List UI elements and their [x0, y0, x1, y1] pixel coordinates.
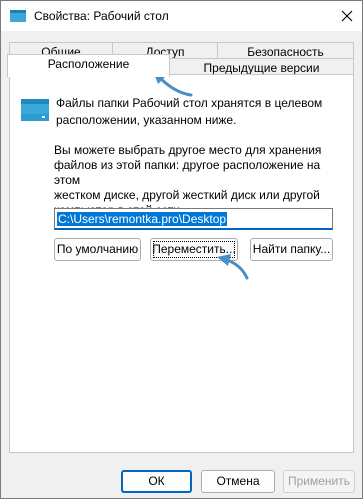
ok-button[interactable]: ОК	[121, 470, 192, 493]
path-value: C:\Users\remontka.pro\Desktop	[57, 212, 228, 226]
cancel-button[interactable]: Отмена	[201, 470, 275, 493]
folder-icon	[21, 99, 49, 121]
apply-button[interactable]: Применить	[283, 470, 355, 493]
arrow-annotation-icon	[217, 254, 249, 280]
restore-default-button[interactable]: По умолчанию	[54, 238, 141, 261]
properties-window: Свойства: Рабочий стол Общие Доступ Безо…	[0, 0, 363, 499]
location-panel	[9, 74, 354, 453]
close-icon[interactable]	[338, 7, 356, 25]
window-title: Свойства: Рабочий стол	[34, 9, 169, 23]
location-info: Вы можете выбрать другое место для хране…	[54, 143, 322, 217]
find-folder-button[interactable]: Найти папку...	[250, 238, 333, 261]
folder-icon	[10, 10, 26, 22]
tab-location[interactable]: Расположение	[7, 54, 170, 77]
title-bar: Свойства: Рабочий стол	[1, 1, 362, 31]
path-input[interactable]: C:\Users\remontka.pro\Desktop	[54, 208, 333, 230]
